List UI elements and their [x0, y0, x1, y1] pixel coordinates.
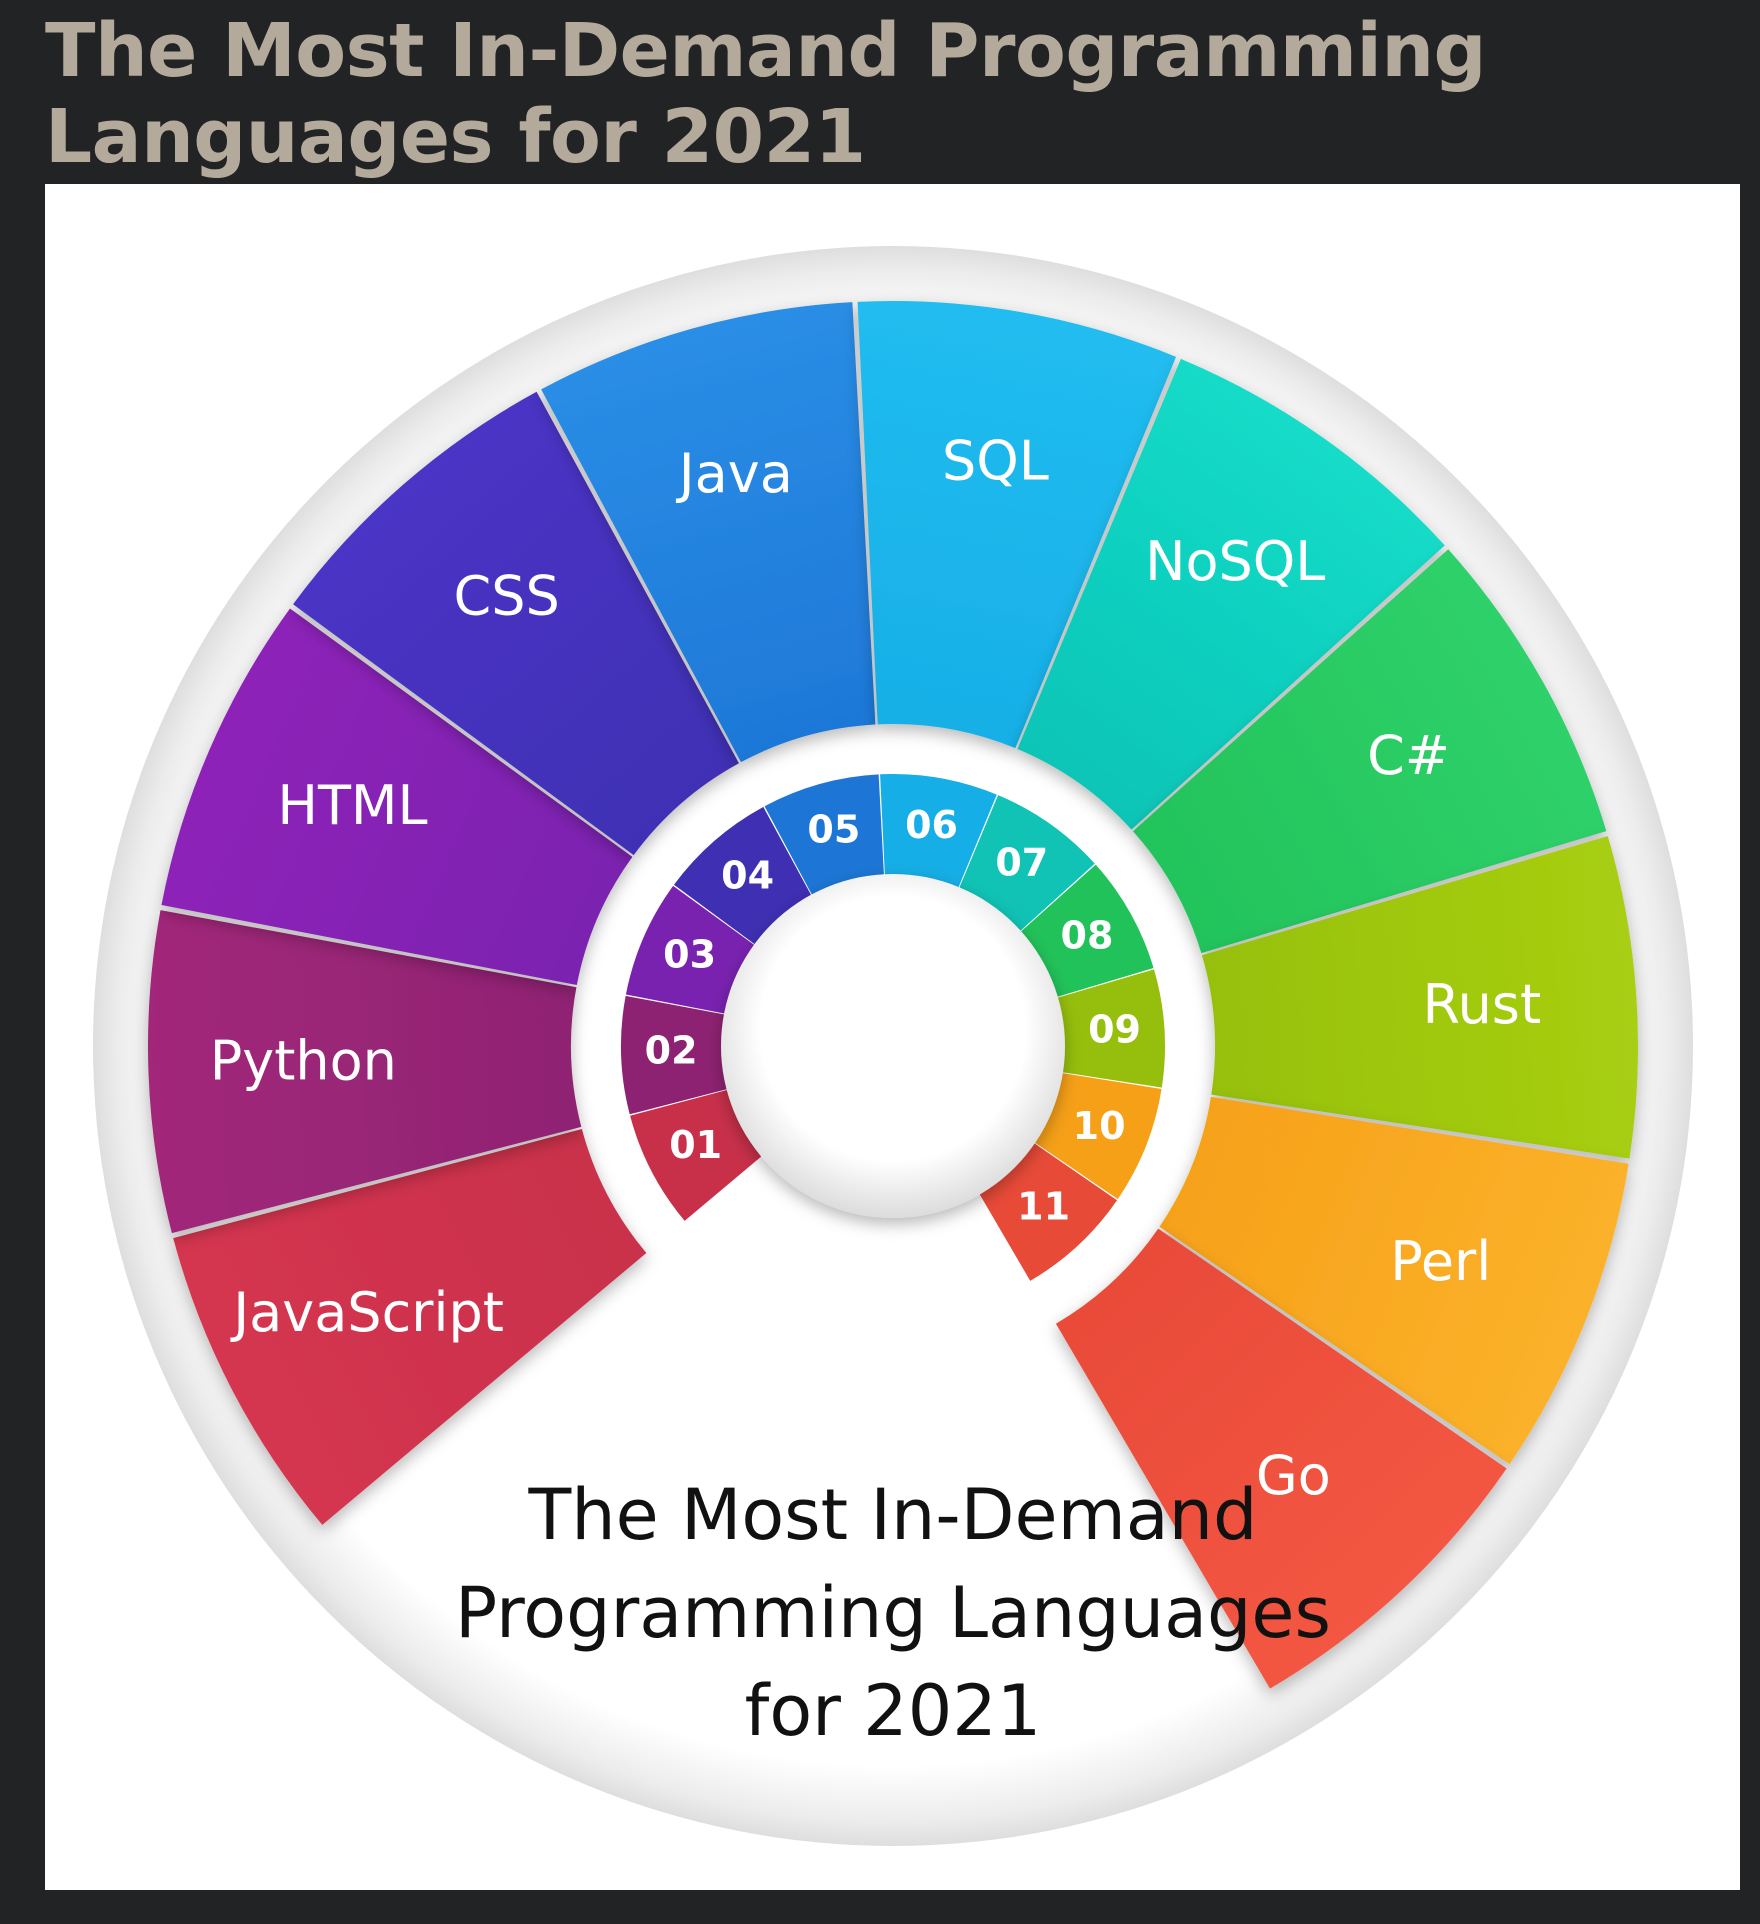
page-title: The Most In-Demand Programming Languages… [45, 8, 1486, 180]
label-java: Java [676, 442, 793, 505]
center-hub [721, 874, 1065, 1218]
number-label-03: 03 [663, 932, 716, 976]
label-nosql: NoSQL [1145, 530, 1325, 593]
label-javascript: JavaScript [230, 1281, 504, 1344]
number-label-10: 10 [1073, 1104, 1126, 1148]
label-rust: Rust [1422, 973, 1541, 1036]
label-c-sharp: C# [1367, 724, 1450, 787]
language-wheel: JavaScript Python HTML CSS Java SQL NoSQL C# Rus… [93, 246, 1693, 1846]
label-perl: Perl [1390, 1230, 1491, 1293]
number-label-05: 05 [807, 808, 860, 852]
number-label-07: 07 [995, 841, 1048, 885]
number-label-08: 08 [1061, 914, 1114, 958]
center-title-line-3: for 2021 [745, 1670, 1042, 1752]
label-python: Python [210, 1029, 397, 1092]
center-title-line-2: Programming Languages [455, 1572, 1331, 1654]
label-html: HTML [277, 774, 427, 837]
infographic-panel: JavaScript Python HTML CSS Java SQL NoSQL C# Rus… [45, 184, 1740, 1890]
number-label-01: 01 [669, 1123, 722, 1167]
number-label-02: 02 [645, 1029, 698, 1073]
number-label-11: 11 [1017, 1185, 1070, 1229]
label-sql: SQL [942, 430, 1049, 493]
label-go: Go [1256, 1444, 1331, 1507]
number-label-04: 04 [721, 854, 774, 898]
number-label-09: 09 [1088, 1007, 1141, 1051]
number-label-06: 06 [905, 803, 958, 847]
label-css: CSS [453, 565, 559, 628]
center-title-line-1: The Most In-Demand [528, 1474, 1258, 1556]
